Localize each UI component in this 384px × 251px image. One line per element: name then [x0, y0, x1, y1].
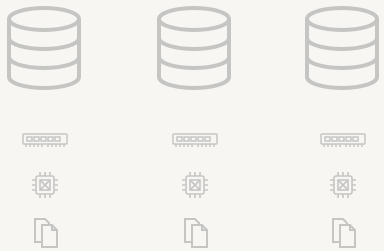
server-column-2 — [155, 0, 233, 251]
database-icon — [5, 5, 83, 91]
ram-module-icon — [320, 132, 366, 148]
server-column-3 — [303, 0, 381, 251]
files-icon — [331, 216, 357, 248]
files-icon — [33, 216, 59, 248]
database-icon — [303, 5, 381, 91]
cpu-chip-icon — [330, 171, 356, 199]
ram-module-icon — [22, 132, 68, 148]
cpu-chip-icon — [32, 171, 58, 199]
server-resources-panel — [0, 0, 384, 251]
cpu-chip-icon — [182, 171, 208, 199]
database-icon — [155, 5, 233, 91]
server-column-1 — [5, 0, 83, 251]
files-icon — [183, 216, 209, 248]
ram-module-icon — [172, 132, 218, 148]
